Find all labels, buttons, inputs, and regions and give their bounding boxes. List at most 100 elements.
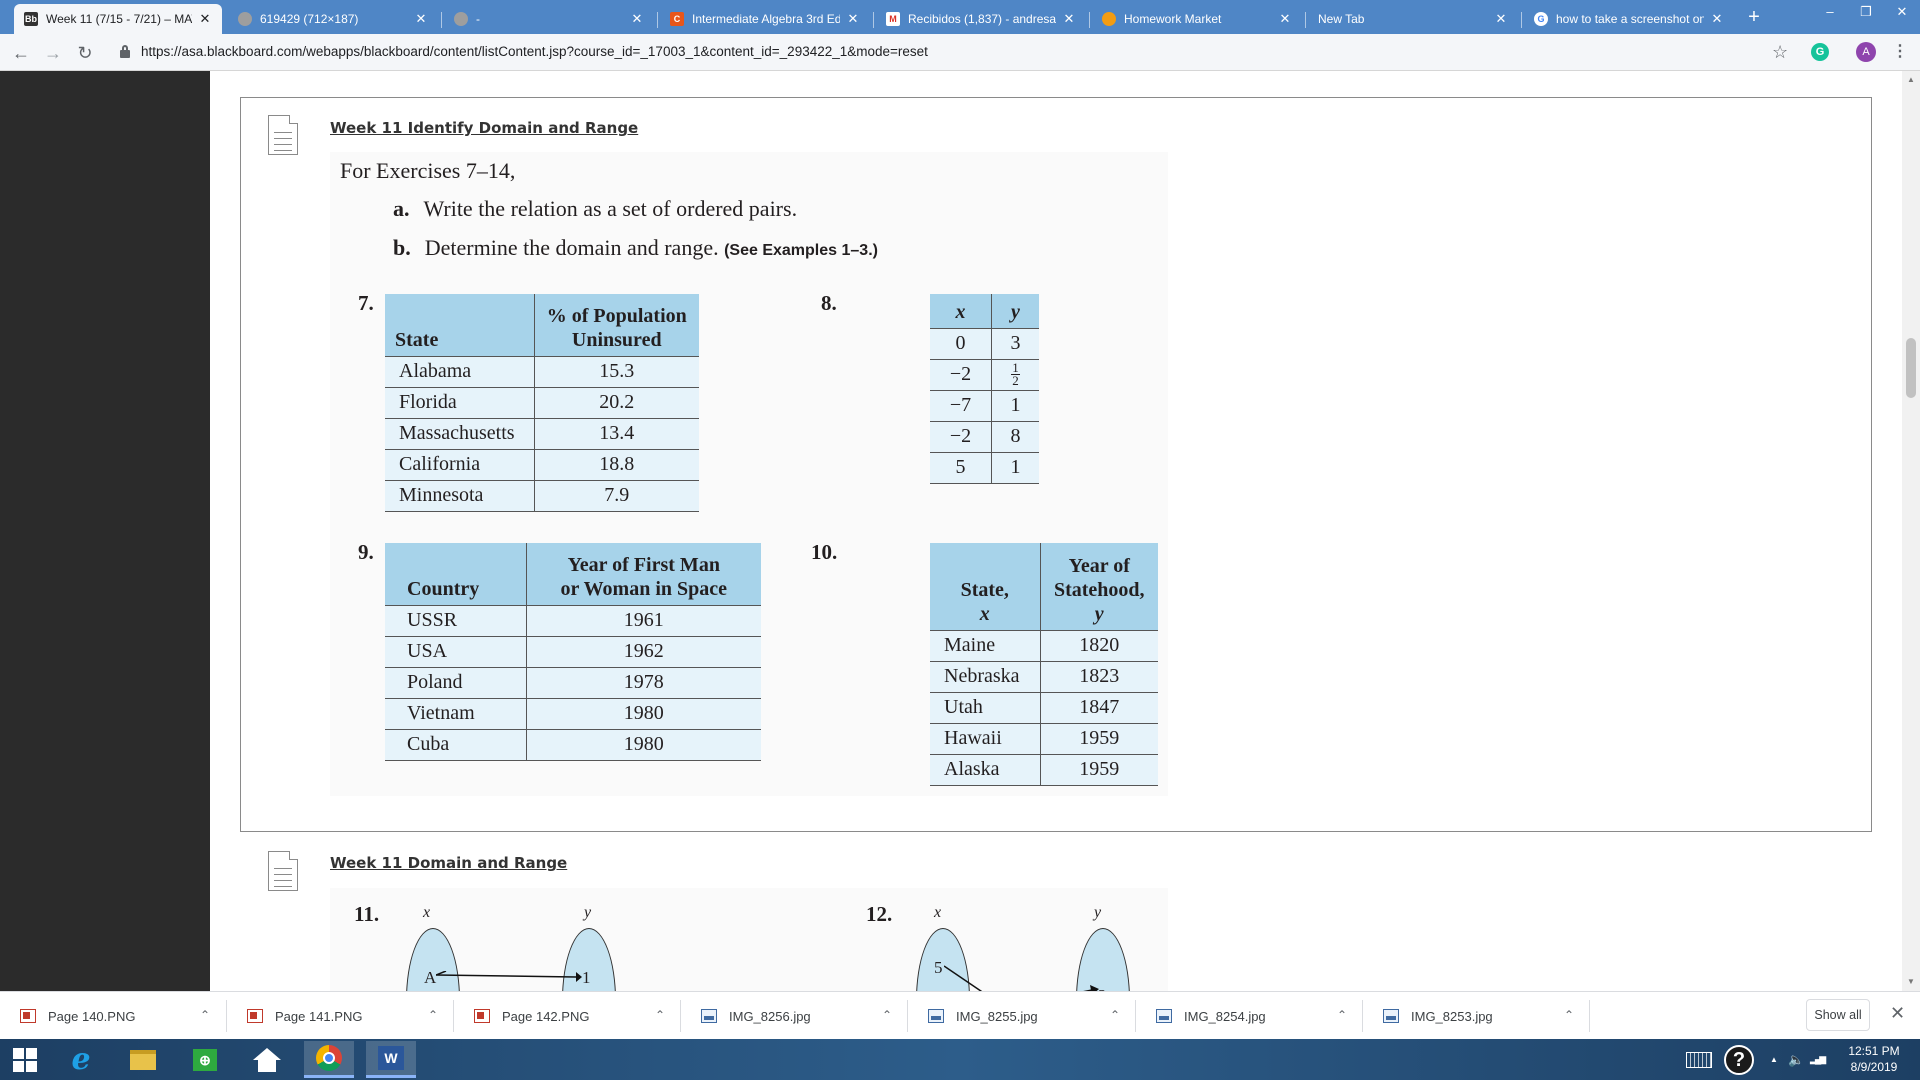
show-all-downloads-button[interactable]: Show all (1806, 999, 1870, 1031)
homework-market-favicon-icon (1102, 12, 1116, 26)
fraction: 12 (1011, 360, 1020, 388)
chevron-up-icon[interactable]: ⌃ (1564, 1008, 1574, 1022)
tab-gmail-inbox[interactable]: M Recibidos (1,837) - andresad ✕ (876, 4, 1086, 34)
see-examples-note: (See Examples 1–3.) (724, 242, 878, 259)
domain-element: A (424, 968, 437, 987)
globe-icon (238, 12, 252, 26)
taskbar-store[interactable]: ⊕ (180, 1041, 230, 1078)
bookmark-star-icon[interactable]: ☆ (1772, 42, 1788, 63)
address-bar[interactable]: https://asa.blackboard.com/webapps/black… (112, 39, 1792, 66)
close-icon[interactable]: ✕ (414, 11, 428, 27)
download-separator (680, 1000, 681, 1032)
tab-title: Intermediate Algebra 3rd Ed (692, 12, 840, 26)
touch-keyboard-button[interactable] (1686, 1039, 1712, 1080)
grammarly-extension-icon[interactable]: G (1811, 43, 1829, 61)
tab-image-619429[interactable]: 619429 (712×187) ✕ (228, 4, 438, 34)
blackboard-favicon-icon: Bb (24, 12, 38, 26)
download-filename: Page 142.PNG (502, 1008, 590, 1024)
download-item[interactable]: IMG_8256.jpg (701, 992, 811, 1040)
taskbar-home[interactable] (242, 1041, 292, 1078)
content-border (240, 97, 241, 832)
window-close-button[interactable]: ✕ (1884, 2, 1920, 24)
chevron-up-icon[interactable]: ⌃ (1337, 1008, 1347, 1022)
close-icon[interactable]: ✕ (846, 11, 860, 27)
tab-week-11[interactable]: Bb Week 11 (7/15 - 7/21) – MAT ✕ (14, 4, 222, 34)
table-row: Utah 1847 (930, 691, 1158, 723)
tab-google-search[interactable]: G how to take a screenshot on ✕ (1524, 4, 1734, 34)
close-shelf-icon[interactable]: ✕ (1890, 1003, 1905, 1024)
item-title-link[interactable]: Week 11 Domain and Range (330, 854, 567, 872)
table-row: Hawaii 1959 (930, 722, 1158, 754)
tab-new-tab[interactable]: New Tab ✕ (1308, 4, 1518, 34)
exercise-number: 12. (866, 902, 893, 926)
download-item[interactable]: Page 141.PNG (247, 992, 362, 1040)
close-icon[interactable]: ✕ (1710, 11, 1724, 27)
tab-homework-market[interactable]: Homework Market ✕ (1092, 4, 1302, 34)
table-header: Year of Statehood, y (1040, 543, 1158, 630)
help-button[interactable]: ? (1724, 1039, 1754, 1080)
close-icon[interactable]: ✕ (1062, 11, 1076, 27)
download-filename: IMG_8253.jpg (1411, 1008, 1493, 1024)
network-signal-icon[interactable]: ▂▄▆ (1810, 1039, 1826, 1080)
start-button[interactable] (0, 1041, 50, 1078)
chevron-up-icon[interactable]: ⌃ (1110, 1008, 1120, 1022)
close-icon[interactable]: ✕ (198, 11, 212, 27)
exercise-10-table: State, x Year of Statehood, y Maine 1820 Neb… (930, 543, 1158, 786)
browser-menu-icon[interactable]: ⋮ (1892, 41, 1908, 61)
chevron-up-icon[interactable]: ⌃ (200, 1008, 210, 1022)
table-row: Poland 1978 (385, 666, 761, 698)
browser-tab-strip: Bb Week 11 (7/15 - 7/21) – MAT ✕ 619429 … (0, 0, 1920, 34)
download-item[interactable]: Page 142.PNG (474, 992, 589, 1040)
close-icon[interactable]: ✕ (1494, 11, 1508, 27)
download-item[interactable]: IMG_8253.jpg (1383, 992, 1493, 1040)
tab-separator (657, 12, 658, 28)
download-item[interactable]: IMG_8255.jpg (928, 992, 1038, 1040)
chevron-up-icon[interactable]: ⌃ (428, 1008, 438, 1022)
close-icon[interactable]: ✕ (1278, 11, 1292, 27)
profile-avatar[interactable]: A (1856, 42, 1876, 62)
new-tab-button[interactable]: + (1743, 6, 1765, 28)
content-border (1871, 97, 1872, 832)
taskbar-word[interactable]: W (366, 1041, 416, 1078)
system-clock[interactable]: 12:51 PM 8/9/2019 (1832, 1043, 1916, 1075)
forward-button[interactable]: → (42, 42, 64, 64)
restore-button[interactable]: ❐ (1848, 2, 1884, 24)
scrollbar-thumb[interactable] (1906, 338, 1916, 398)
table-header: State, x (930, 543, 1041, 630)
mapping-arrow (944, 965, 1099, 991)
store-icon: ⊕ (193, 1048, 217, 1071)
taskbar-file-explorer[interactable] (118, 1041, 168, 1078)
taskbar-internet-explorer[interactable]: e (56, 1041, 106, 1078)
download-filename: Page 141.PNG (275, 1008, 363, 1024)
table-row: 03 (930, 327, 1039, 359)
image-file-icon (20, 1009, 36, 1023)
part-label: a. (393, 196, 410, 221)
download-item[interactable]: Page 140.PNG (20, 992, 135, 1040)
downloads-shelf: Page 140.PNG ⌃ Page 141.PNG ⌃ Page 142.P… (0, 991, 1920, 1039)
scroll-down-arrow-icon[interactable]: ▼ (1902, 977, 1920, 986)
table-row: Florida 20.2 (385, 386, 699, 418)
item-title-link[interactable]: Week 11 Identify Domain and Range (330, 119, 638, 137)
folder-icon (130, 1049, 156, 1070)
close-icon[interactable]: ✕ (630, 11, 644, 27)
exercise-8-table: x y 03 −2 1 2 −7 1 −2 8 51 (930, 294, 1039, 484)
reload-button[interactable]: ↻ (74, 42, 96, 64)
tab-blank[interactable]: - ✕ (444, 4, 654, 34)
download-item[interactable]: IMG_8254.jpg (1156, 992, 1266, 1040)
back-button[interactable]: ← (10, 42, 32, 64)
chevron-up-icon[interactable]: ⌃ (882, 1008, 892, 1022)
scroll-up-arrow-icon[interactable]: ▲ (1902, 75, 1920, 84)
chevron-up-icon[interactable]: ⌃ (655, 1008, 665, 1022)
tab-intermediate-algebra[interactable]: C Intermediate Algebra 3rd Ed ✕ (660, 4, 870, 34)
page-scrollbar[interactable]: ▲ ▼ (1902, 71, 1920, 991)
tab-title: - (476, 12, 480, 26)
volume-icon[interactable]: 🔈 (1788, 1039, 1804, 1080)
show-hidden-icons-button[interactable]: ▲ (1770, 1039, 1778, 1080)
lock-icon[interactable] (120, 45, 130, 58)
table-row: Minnesota 7.9 (385, 479, 699, 512)
textbook-mapping-diagrams: 11. x y A 1 12. x y 5 2 (330, 888, 1168, 991)
taskbar-chrome[interactable] (304, 1041, 354, 1078)
chrome-icon (316, 1045, 342, 1071)
minimize-button[interactable]: – (1812, 2, 1848, 24)
table-row: Massachusetts 13.4 (385, 417, 699, 449)
